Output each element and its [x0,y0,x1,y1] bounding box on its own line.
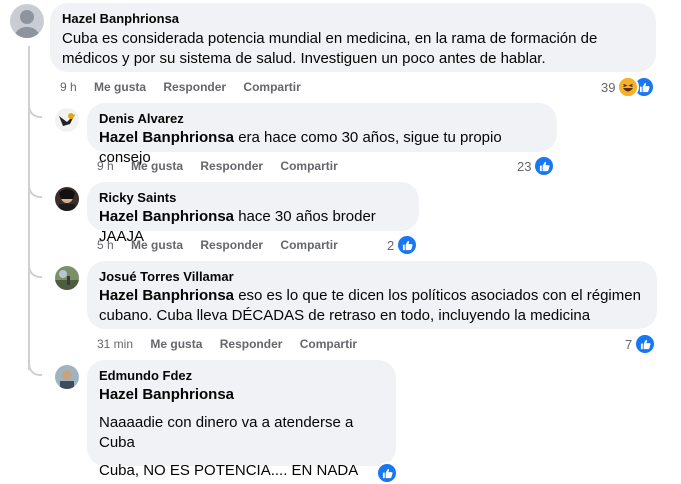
share-button[interactable]: Compartir [280,238,337,252]
avatar[interactable] [55,108,79,132]
mention-link[interactable]: Hazel Banphrionsa [99,385,384,405]
reaction-count: 39 [601,79,616,95]
thread-connector [28,362,42,376]
reply-actions: 31 min Me gusta Responder Compartir [97,337,371,351]
reply-paragraph: Cuba, NO ES POTENCIA.... EN NADA [99,462,359,479]
reply-bubble: Denis Alvarez Hazel Banphrionsa era hace… [87,103,557,166]
reply-time[interactable]: 31 min [97,337,133,351]
reply-paragraph: Naaaadie con dinero va a atenderse a Cub… [99,414,354,451]
reply-bubble: Josué Torres Villamar Hazel Banphrionsa … [87,261,657,329]
reply-author[interactable]: Edmundo Fdez [99,368,384,384]
like-button[interactable]: Me gusta [94,80,146,94]
reaction-count: 23 [517,158,532,174]
reaction-summary[interactable] [376,462,398,484]
avatar[interactable] [55,365,79,389]
like-icon [396,234,419,256]
thread-connector [28,104,42,118]
mention-link[interactable]: Hazel Banphrionsa [99,208,234,225]
reply-text: Hazel Banphrionsa Naaaadie con dinero va… [99,385,384,481]
reply-bubble: Edmundo Fdez Hazel Banphrionsa Naaaadie … [87,360,396,479]
haha-icon [617,76,640,98]
reply-actions: 9 h Me gusta Responder Compartir [97,159,352,173]
reply-actions: 5 h Me gusta Responder Compartir [97,238,352,252]
comment-time[interactable]: 9 h [60,80,77,94]
reaction-summary[interactable]: 2 [387,234,419,256]
reply-text: Hazel Banphrionsa eso es lo que te dicen… [99,286,645,326]
like-button[interactable]: Me gusta [131,238,183,252]
like-button[interactable]: Me gusta [131,159,183,173]
reaction-summary[interactable]: 7 [625,333,657,355]
reply-button[interactable]: Responder [200,159,263,173]
reply-time[interactable]: 9 h [97,159,114,173]
share-button[interactable]: Compartir [300,337,357,351]
reply-author[interactable]: Ricky Saints [99,190,407,206]
reply-button[interactable]: Responder [163,80,226,94]
avatar[interactable] [55,266,79,290]
avatar[interactable] [55,187,79,211]
thread-line [28,46,30,370]
reaction-summary[interactable]: 23 [517,155,556,177]
reply-time[interactable]: 5 h [97,238,114,252]
reaction-summary[interactable]: 39 [601,76,656,98]
comment-bubble: Hazel Banphrionsa Cuba es considerada po… [50,3,656,72]
share-button[interactable]: Compartir [243,80,300,94]
thread-connector [28,264,42,278]
reply-author[interactable]: Denis Alvarez [99,111,545,127]
avatar[interactable] [10,4,44,38]
like-button[interactable]: Me gusta [150,337,202,351]
mention-link[interactable]: Hazel Banphrionsa [99,287,234,304]
like-icon [533,155,556,177]
reply-author[interactable]: Josué Torres Villamar [99,269,645,285]
reply-button[interactable]: Responder [200,238,263,252]
thread-connector [28,184,42,198]
reply-bubble: Ricky Saints Hazel Banphrionsa hace 30 a… [87,182,419,245]
mention-link[interactable]: Hazel Banphrionsa [99,129,234,146]
like-icon [634,333,657,355]
comment-author[interactable]: Hazel Banphrionsa [62,11,644,27]
reply-button[interactable]: Responder [220,337,283,351]
reaction-count: 2 [387,237,395,253]
comment-actions: 9 h Me gusta Responder Compartir [60,80,315,94]
comment-text: Cuba es considerada potencia mundial en … [62,30,598,67]
share-button[interactable]: Compartir [280,159,337,173]
reaction-count: 7 [625,336,633,352]
like-icon [376,462,398,484]
